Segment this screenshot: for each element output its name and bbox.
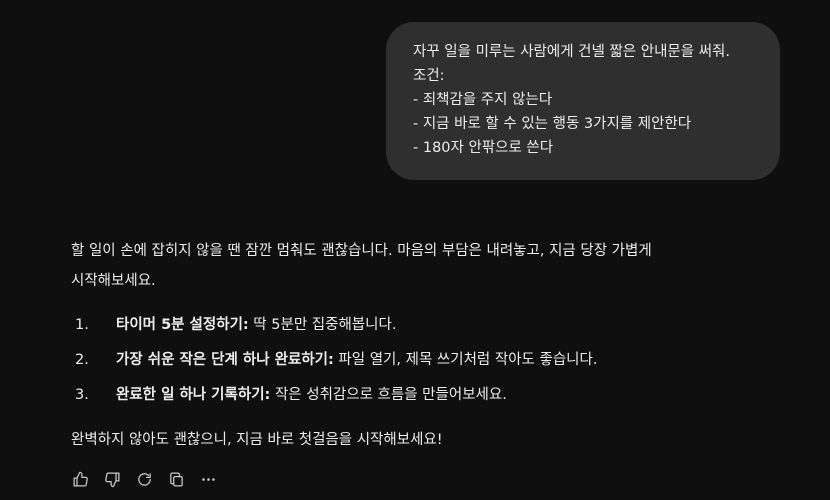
step-body: 완료한 일 하나 기록하기: 작은 성취감으로 흐름을 만들어보세요.	[116, 378, 507, 413]
user-message-line: - 180자 안팎으로 쓴다	[413, 140, 554, 156]
user-message-line: 조건:	[413, 68, 445, 84]
step-title: 완료한 일 하나 기록하기:	[116, 387, 271, 403]
step-body: 타이머 5분 설정하기: 딱 5분만 집중해봅니다.	[116, 308, 396, 343]
user-message-line: - 지금 바로 할 수 있는 행동 3가지를 제안한다	[413, 116, 692, 132]
step-number: 1.	[75, 317, 89, 333]
assistant-intro-line: 시작해보세요.	[71, 273, 156, 289]
step-number: 2.	[75, 352, 89, 368]
assistant-intro: 할 일이 손에 잡히지 않을 땐 잠깐 멈춰도 괜찮습니다. 마음의 부담은 내…	[71, 236, 771, 296]
list-item: 1. 타이머 5분 설정하기: 딱 5분만 집중해봅니다.	[71, 308, 771, 343]
user-message-bubble: 자꾸 일을 미루는 사람에게 건넬 짧은 안내문을 써줘. 조건: - 죄책감을…	[386, 22, 780, 180]
assistant-intro-line: 할 일이 손에 잡히지 않을 땐 잠깐 멈춰도 괜찮습니다. 마음의 부담은 내…	[71, 243, 652, 259]
user-message-line: - 죄책감을 주지 않는다	[413, 92, 553, 108]
step-text: 딱 5분만 집중해봅니다.	[248, 317, 397, 333]
message-actions	[70, 468, 218, 490]
assistant-outro: 완벽하지 않아도 괜찮으니, 지금 바로 첫걸음을 시작해보세요!	[71, 432, 443, 448]
more-icon[interactable]	[198, 469, 218, 489]
assistant-message: 할 일이 손에 잡히지 않을 땐 잠깐 멈춰도 괜찮습니다. 마음의 부담은 내…	[71, 236, 771, 455]
step-text: 작은 성취감으로 흐름을 만들어보세요.	[270, 387, 507, 403]
user-message-line: 자꾸 일을 미루는 사람에게 건넬 짧은 안내문을 써줘.	[413, 44, 731, 60]
step-body: 가장 쉬운 작은 단계 하나 완료하기: 파일 열기, 제목 쓰기처럼 작아도 …	[116, 343, 597, 378]
action-steps-list: 1. 타이머 5분 설정하기: 딱 5분만 집중해봅니다. 2. 가장 쉬운 작…	[71, 308, 771, 413]
thumbs-down-icon[interactable]	[102, 469, 122, 489]
list-item: 2. 가장 쉬운 작은 단계 하나 완료하기: 파일 열기, 제목 쓰기처럼 작…	[71, 343, 771, 378]
step-title: 타이머 5분 설정하기:	[116, 317, 249, 333]
regenerate-icon[interactable]	[134, 469, 154, 489]
step-text: 파일 열기, 제목 쓰기처럼 작아도 좋습니다.	[333, 352, 598, 368]
step-number: 3.	[75, 387, 89, 403]
step-title: 가장 쉬운 작은 단계 하나 완료하기:	[116, 352, 334, 368]
copy-icon[interactable]	[166, 469, 186, 489]
chat-page: 자꾸 일을 미루는 사람에게 건넬 짧은 안내문을 써줘. 조건: - 죄책감을…	[0, 0, 830, 500]
thumbs-up-icon[interactable]	[70, 469, 90, 489]
list-item: 3. 완료한 일 하나 기록하기: 작은 성취감으로 흐름을 만들어보세요.	[71, 378, 771, 413]
